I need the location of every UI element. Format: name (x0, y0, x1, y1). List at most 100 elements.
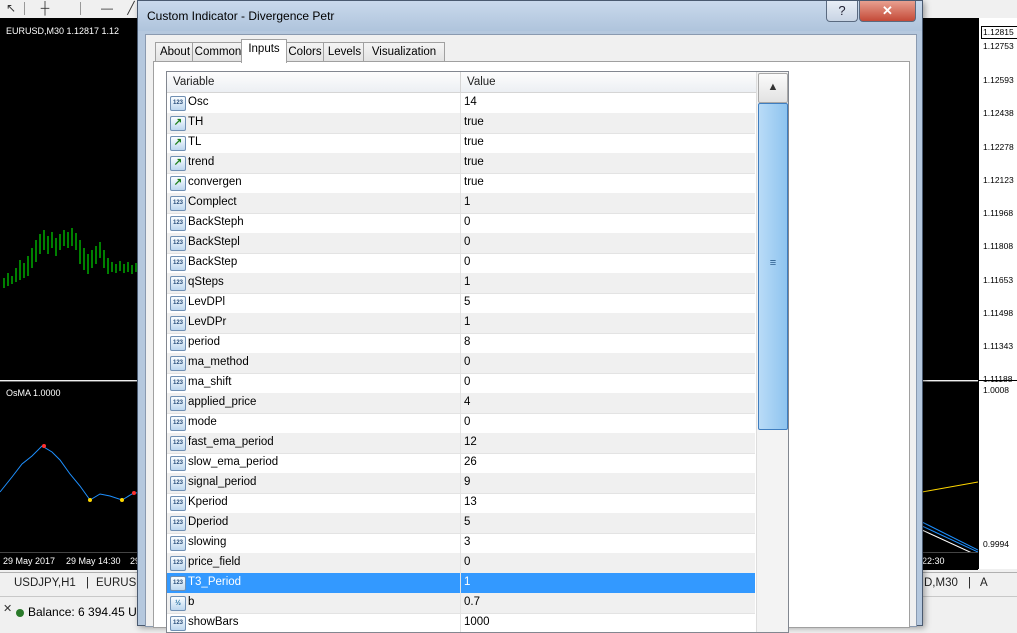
dialog-titlebar[interactable]: Custom Indicator - Divergence Petr ? ✕ (138, 1, 922, 31)
tab-common[interactable]: Common (192, 42, 244, 62)
input-name: ma_method (188, 356, 249, 368)
input-name: signal_period (188, 476, 257, 488)
input-row[interactable]: 123 signal_period 9 (167, 473, 755, 494)
input-row[interactable]: 123 mode 0 (167, 413, 755, 434)
input-name: applied_price (188, 396, 257, 408)
input-value[interactable]: 1 (464, 196, 470, 208)
balance-icon (16, 608, 24, 617)
int-type-icon: 123 (170, 416, 186, 431)
bool-type-icon: ↗ (170, 116, 186, 131)
input-row[interactable]: ↗ TH true (167, 113, 755, 134)
input-row[interactable]: 123 Osc 14 (167, 93, 755, 114)
input-value[interactable]: 8 (464, 336, 470, 348)
input-row[interactable]: 123 BackStepl 0 (167, 233, 755, 254)
input-value[interactable]: 0 (464, 416, 470, 428)
input-row[interactable]: ↗ TL true (167, 133, 755, 154)
input-row[interactable]: 123 Dperiod 5 (167, 513, 755, 534)
input-value[interactable]: true (464, 136, 484, 148)
input-value[interactable]: 0 (464, 356, 470, 368)
input-value[interactable]: 12 (464, 436, 477, 448)
input-name: slowing (188, 536, 227, 548)
input-name: trend (188, 156, 215, 168)
input-row[interactable]: 123 price_field 0 (167, 553, 755, 574)
input-row[interactable]: 123 fast_ema_period 12 (167, 433, 755, 454)
input-value[interactable]: true (464, 116, 484, 128)
tab-colors[interactable]: Colors (284, 42, 326, 62)
tab-inputs[interactable]: Inputs (241, 39, 287, 63)
input-value[interactable]: 5 (464, 516, 470, 528)
input-row[interactable]: ↗ trend true (167, 153, 755, 174)
int-type-icon: 123 (170, 376, 186, 391)
help-button[interactable]: ? (826, 1, 858, 22)
input-value[interactable]: 9 (464, 476, 470, 488)
input-value[interactable]: 0.7 (464, 596, 480, 608)
input-row[interactable]: 123 ma_method 0 (167, 353, 755, 374)
input-row[interactable]: ↗ convergen true (167, 173, 755, 194)
input-value[interactable]: true (464, 156, 484, 168)
chart-tab[interactable]: A (980, 577, 988, 589)
input-name: price_field (188, 556, 241, 568)
close-icon[interactable]: ✕ (3, 602, 12, 615)
column-header-value[interactable]: Value (461, 72, 757, 92)
input-row[interactable]: 123 qSteps 1 (167, 273, 755, 294)
input-row[interactable]: 123 Kperiod 13 (167, 493, 755, 514)
input-row[interactable]: 123 Complect 1 (167, 193, 755, 214)
input-name: BackStep (188, 256, 238, 268)
int-type-icon: 123 (170, 456, 186, 471)
input-value[interactable]: 14 (464, 96, 477, 108)
tab-about[interactable]: About (155, 42, 195, 62)
horizontal-line-icon[interactable]: — (98, 1, 116, 16)
input-row[interactable]: 123 showBars 1000 (167, 613, 755, 632)
input-row[interactable]: 123 BackSteph 0 (167, 213, 755, 234)
input-name: mode (188, 416, 217, 428)
scroll-up-icon[interactable]: ▲ (758, 73, 788, 103)
input-value[interactable]: 0 (464, 216, 470, 228)
input-value[interactable]: true (464, 176, 484, 188)
int-type-icon: 123 (170, 436, 186, 451)
column-divider (460, 513, 461, 533)
input-row[interactable]: 123 LevDPr 1 (167, 313, 755, 334)
input-name: Dperiod (188, 516, 229, 528)
input-value[interactable]: 3 (464, 536, 470, 548)
grid-scrollbar[interactable]: ▲ ≡ (756, 72, 788, 632)
input-row[interactable]: 123 applied_price 4 (167, 393, 755, 414)
input-value[interactable]: 0 (464, 556, 470, 568)
input-value[interactable]: 1000 (464, 616, 490, 628)
input-value[interactable]: 1 (464, 276, 470, 288)
input-value[interactable]: 1 (464, 576, 470, 588)
price-candles (3, 228, 137, 288)
input-value[interactable]: 1 (464, 316, 470, 328)
input-row[interactable]: 123 slowing 3 (167, 533, 755, 554)
close-button[interactable]: ✕ (859, 1, 916, 22)
input-row[interactable]: 123 BackStep 0 (167, 253, 755, 274)
input-value[interactable]: 0 (464, 256, 470, 268)
input-value[interactable]: 4 (464, 396, 470, 408)
scroll-thumb[interactable]: ≡ (758, 103, 788, 430)
price-tick: 1.11498 (983, 308, 1014, 318)
input-value[interactable]: 0 (464, 236, 470, 248)
input-value[interactable]: 13 (464, 496, 477, 508)
input-value[interactable]: 5 (464, 296, 470, 308)
input-value[interactable]: 0 (464, 376, 470, 388)
column-header-variable[interactable]: Variable (167, 72, 461, 92)
input-value[interactable]: 26 (464, 456, 477, 468)
time-label: 29 May 14:30 (66, 556, 121, 566)
input-row[interactable]: 123 ma_shift 0 (167, 373, 755, 394)
input-name: Complect (188, 196, 237, 208)
tab-levels[interactable]: Levels (323, 42, 366, 62)
input-name: Osc (188, 96, 209, 108)
input-row[interactable]: 123 slow_ema_period 26 (167, 453, 755, 474)
cursor-icon[interactable]: ↖ (2, 1, 20, 16)
chart-tab[interactable]: USDJPY,H1 (14, 577, 76, 589)
int-type-icon: 123 (170, 196, 186, 211)
input-row[interactable]: 123 LevDPl 5 (167, 293, 755, 314)
input-row[interactable]: ½ b 0.7 (167, 593, 755, 614)
input-row[interactable]: 123 period 8 (167, 333, 755, 354)
input-name: LevDPl (188, 296, 226, 308)
input-name: fast_ema_period (188, 436, 274, 448)
chart-tab[interactable]: D,M30 (924, 577, 958, 589)
crosshair-icon[interactable]: ┼ (36, 1, 54, 16)
input-row[interactable]: 123 T3_Period 1 (167, 573, 755, 594)
price-tick: 1.11188 (983, 374, 1013, 384)
tab-visualization[interactable]: Visualization (363, 42, 445, 62)
